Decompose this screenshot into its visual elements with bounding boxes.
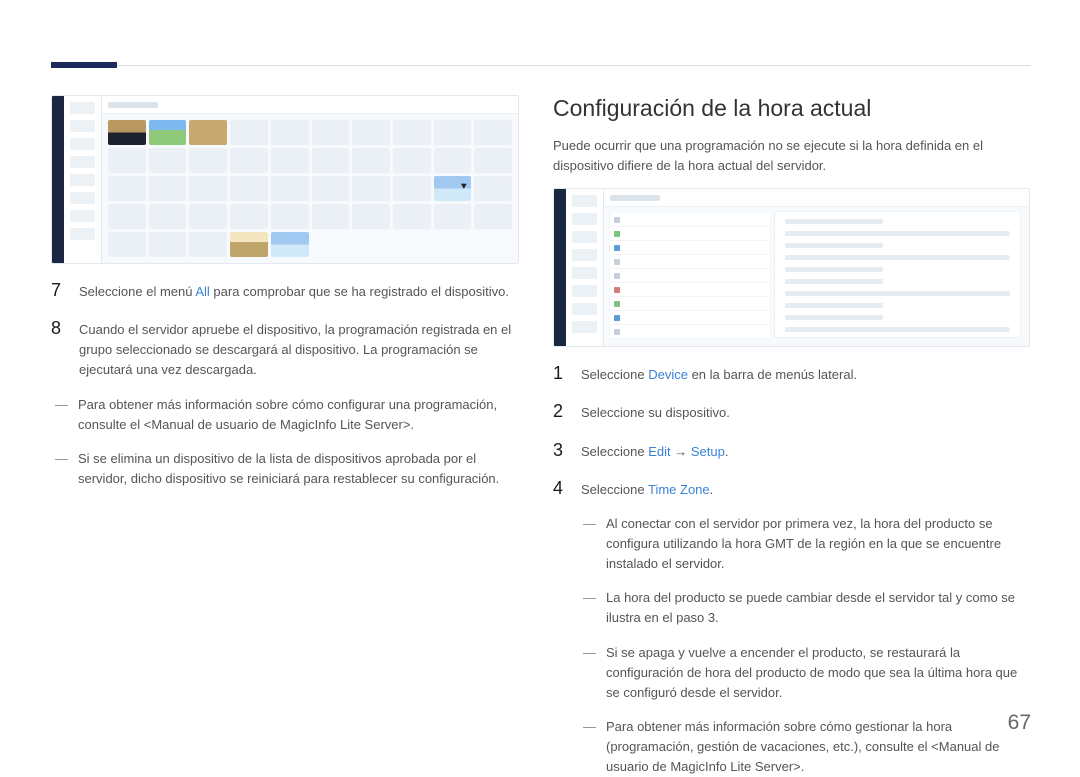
link-setup: Setup [691,444,725,459]
note-text: Para obtener más información sobre cómo … [78,395,519,435]
note-item: Para obtener más información sobre cómo … [553,717,1030,777]
left-column: 7 Seleccione el menú All para comprobar … [51,95,519,489]
step-text: Seleccione el menú All para comprobar qu… [79,282,519,302]
step-text: Seleccione Device en la barra de menús l… [581,365,1030,385]
step-2: 2 Seleccione su dispositivo. [553,401,1030,423]
note-item: Si se apaga y vuelve a encender el produ… [553,643,1030,703]
note-text: Si se elimina un dispositivo de la lista… [78,449,519,489]
note-text: Si se apaga y vuelve a encender el produ… [606,643,1030,703]
note-text: La hora del producto se puede cambiar de… [606,588,1030,628]
step-number: 2 [553,401,567,423]
step-1: 1 Seleccione Device en la barra de menús… [553,363,1030,385]
text-part: en la barra de menús lateral. [688,367,857,382]
intro-paragraph: Puede ocurrir que una programación no se… [553,136,1030,176]
step-text: Seleccione Time Zone. [581,480,1030,500]
text-part: Seleccione [581,444,648,459]
note-text: Al conectar con el servidor por primera … [606,514,1030,574]
note-item: Si se elimina un dispositivo de la lista… [51,449,519,489]
step-number: 3 [553,440,567,462]
text-part: . [725,444,729,459]
section-heading: Configuración de la hora actual [553,95,1030,122]
page-number: 67 [1008,711,1031,735]
text-part: . [710,482,714,497]
screenshot-device-grid [51,95,519,264]
step-8: 8 Cuando el servidor apruebe el disposit… [51,318,519,380]
step-number: 1 [553,363,567,385]
text-arrow: → [671,444,691,459]
note-item: Al conectar con el servidor por primera … [553,514,1030,574]
header-accent-bar [51,62,117,68]
header-divider [51,65,1031,66]
text-part: Seleccione el menú [79,284,195,299]
step-7: 7 Seleccione el menú All para comprobar … [51,280,519,302]
text-part: para comprobar que se ha registrado el d… [210,284,509,299]
link-edit: Edit [648,444,670,459]
step-number: 4 [553,478,567,500]
text-part: Seleccione [581,367,648,382]
step-text: Cuando el servidor apruebe el dispositiv… [79,320,519,380]
step-3: 3 Seleccione Edit → Setup. [553,440,1030,462]
screenshot-device-setup [553,188,1030,347]
right-column: Configuración de la hora actual Puede oc… [553,95,1030,777]
note-item: La hora del producto se puede cambiar de… [553,588,1030,628]
step-number: 8 [51,318,65,340]
step-text: Seleccione su dispositivo. [581,403,1030,423]
text-part: Seleccione [581,482,648,497]
step-text: Seleccione Edit → Setup. [581,442,1030,462]
note-item: Para obtener más información sobre cómo … [51,395,519,435]
link-timezone: Time Zone [648,482,710,497]
link-all: All [195,284,209,299]
step-number: 7 [51,280,65,302]
step-4: 4 Seleccione Time Zone. [553,478,1030,500]
link-device: Device [648,367,688,382]
note-text: Para obtener más información sobre cómo … [606,717,1030,777]
